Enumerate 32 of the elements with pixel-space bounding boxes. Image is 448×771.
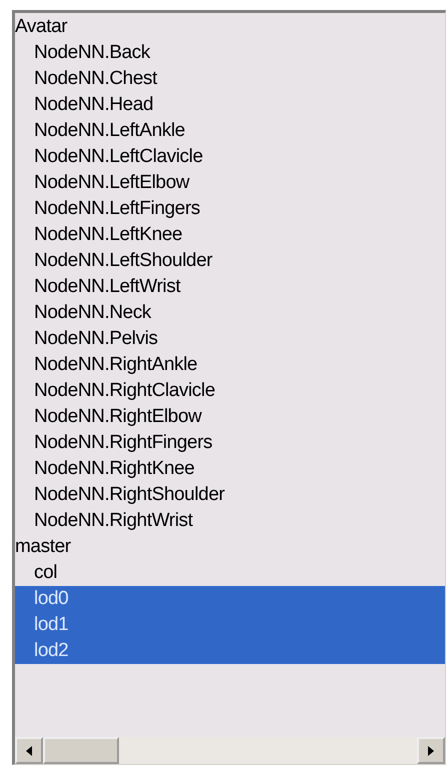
tree-item[interactable]: col <box>15 560 445 586</box>
tree-item[interactable]: NodeNN.RightKnee <box>15 456 445 482</box>
tree-item[interactable]: lod0 <box>15 586 445 612</box>
tree-item[interactable]: NodeNN.LeftClavicle <box>15 144 445 170</box>
tree-item[interactable]: NodeNN.Back <box>15 40 445 66</box>
tree-item[interactable]: NodeNN.Chest <box>15 66 445 92</box>
tree-item[interactable]: NodeNN.RightFingers <box>15 430 445 456</box>
tree-item[interactable]: NodeNN.Pelvis <box>15 326 445 352</box>
tree-item[interactable]: NodeNN.LeftElbow <box>15 170 445 196</box>
tree-item[interactable]: master <box>15 534 445 560</box>
tree-item[interactable]: NodeNN.LeftShoulder <box>15 248 445 274</box>
scroll-right-button[interactable] <box>417 737 445 764</box>
tree-item[interactable]: NodeNN.LeftFingers <box>15 196 445 222</box>
list-box[interactable] <box>12 10 446 765</box>
scroll-left-button[interactable] <box>15 737 43 764</box>
tree-item[interactable]: NodeNN.LeftWrist <box>15 274 445 300</box>
tree-item[interactable]: Avatar <box>15 14 445 40</box>
tree-item[interactable]: lod1 <box>15 612 445 638</box>
tree-item[interactable]: NodeNN.RightClavicle <box>15 378 445 404</box>
tree-item[interactable]: NodeNN.RightAnkle <box>15 352 445 378</box>
tree-item[interactable]: NodeNN.LeftAnkle <box>15 118 445 144</box>
horizontal-scrollbar[interactable] <box>15 737 445 764</box>
scroll-thumb[interactable] <box>43 737 119 764</box>
right-arrow-icon <box>428 746 434 756</box>
left-arrow-icon <box>26 746 32 756</box>
tree-item[interactable]: NodeNN.LeftKnee <box>15 222 445 248</box>
tree-item[interactable]: lod2 <box>15 638 445 664</box>
tree-item[interactable]: NodeNN.RightShoulder <box>15 482 445 508</box>
tree-item[interactable]: NodeNN.Head <box>15 92 445 118</box>
tree-item[interactable]: NodeNN.RightElbow <box>15 404 445 430</box>
tree-item[interactable]: NodeNN.Neck <box>15 300 445 326</box>
tree-item[interactable]: NodeNN.RightWrist <box>15 508 445 534</box>
